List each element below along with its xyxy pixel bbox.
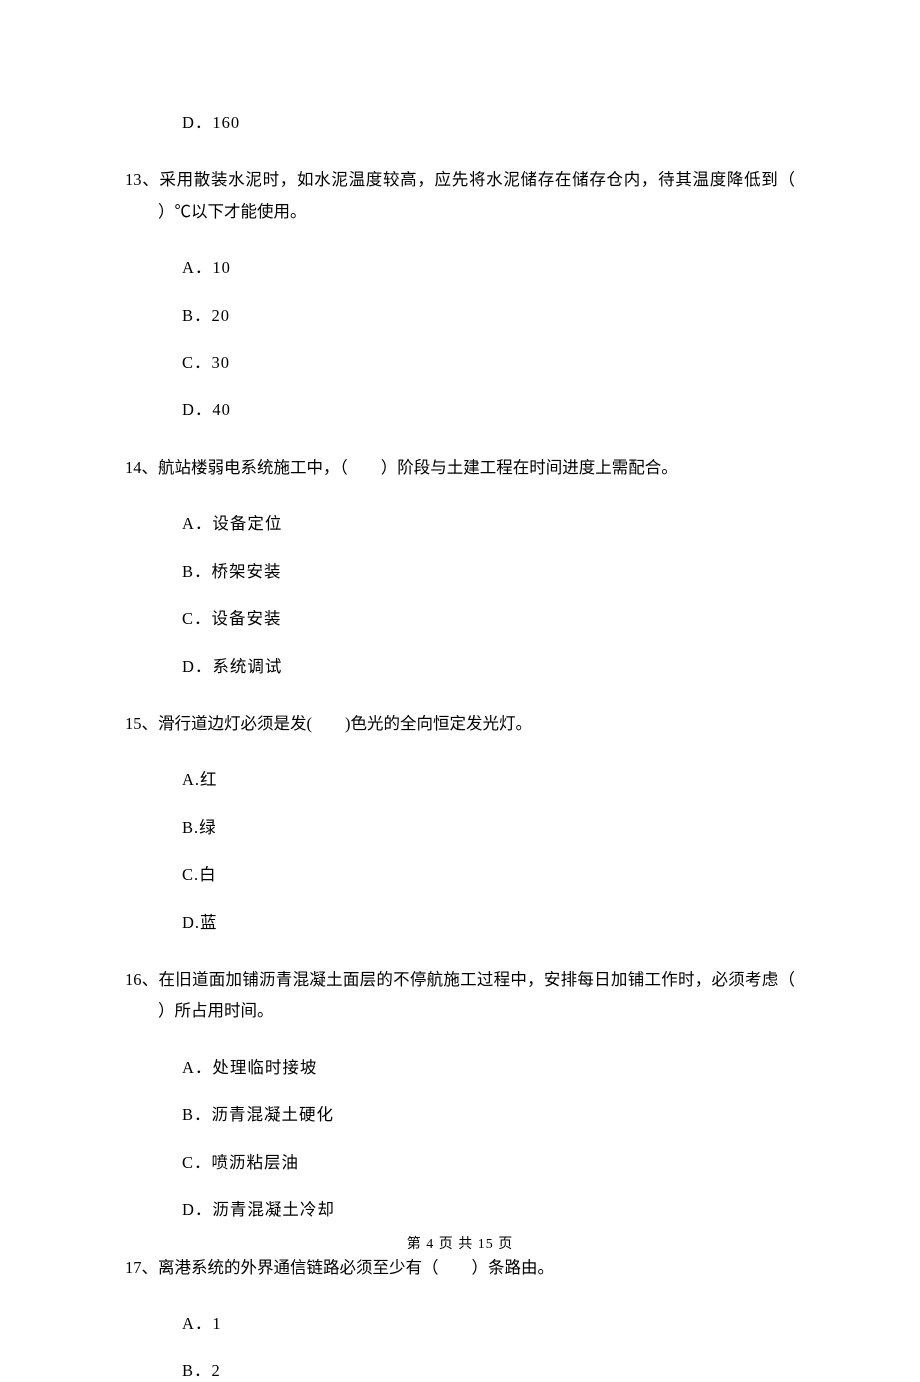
stem-suffix: )色光的全向恒定发光灯。 — [345, 714, 532, 733]
question-stem: 17、离港系统的外界通信链路必须至少有（ ）条路由。 — [125, 1252, 795, 1283]
option-d[interactable]: D．40 — [125, 399, 795, 420]
option-c[interactable]: C.白 — [125, 864, 795, 885]
stem-prefix: 、采用散装水泥时，如水泥温度较高，应先将水泥储存在储存仓内，待其温度降低到（ — [142, 170, 796, 189]
question-stem: 14、航站楼弱电系统施工中，（ ）阶段与土建工程在时间进度上需配合。 — [125, 452, 795, 483]
question-stem: 13、采用散装水泥时，如水泥温度较高，应先将水泥储存在储存仓内，待其温度降低到（… — [125, 164, 795, 227]
option-c[interactable]: C．30 — [125, 352, 795, 373]
question-number: 14 — [125, 458, 142, 477]
option-b[interactable]: B．2 — [125, 1360, 795, 1381]
option-a[interactable]: A．设备定位 — [125, 513, 795, 534]
option-a[interactable]: A．10 — [125, 257, 795, 278]
question-number: 15 — [125, 714, 142, 733]
question-number: 16 — [125, 970, 142, 989]
question-number: 17 — [125, 1258, 142, 1277]
option-c[interactable]: C．设备安装 — [125, 608, 795, 629]
question-16: 16、在旧道面加铺沥青混凝土面层的不停航施工过程中，安排每日加铺工作时，必须考虑… — [125, 964, 795, 1220]
option-d[interactable]: D．沥青混凝土冷却 — [125, 1199, 795, 1220]
page: D．160 13、采用散装水泥时，如水泥温度较高，应先将水泥储存在储存仓内，待其… — [0, 0, 920, 1302]
question-stem: 15、滑行道边灯必须是发( )色光的全向恒定发光灯。 — [125, 708, 795, 739]
option-a[interactable]: A．处理临时接坡 — [125, 1057, 795, 1078]
option-b[interactable]: B．20 — [125, 305, 795, 326]
answer-blank[interactable] — [125, 196, 158, 227]
stem-suffix: ）℃以下才能使用。 — [158, 202, 307, 221]
stem-prefix: 、滑行道边灯必须是发( — [142, 714, 313, 733]
option-b[interactable]: B．桥架安装 — [125, 561, 795, 582]
orphan-option-d: D．160 — [125, 112, 795, 133]
question-15: 15、滑行道边灯必须是发( )色光的全向恒定发光灯。 A.红 B.绿 C.白 D… — [125, 708, 795, 933]
stem-suffix: ）所占用时间。 — [158, 1001, 274, 1020]
answer-blank[interactable] — [439, 1252, 472, 1283]
option-c[interactable]: C．喷沥粘层油 — [125, 1152, 795, 1173]
answer-blank[interactable] — [125, 995, 158, 1026]
option-b[interactable]: B．沥青混凝土硬化 — [125, 1104, 795, 1125]
option-d[interactable]: D.蓝 — [125, 912, 795, 933]
stem-prefix: 、在旧道面加铺沥青混凝土面层的不停航施工过程中，安排每日加铺工作时，必须考虑（ — [142, 970, 796, 989]
stem-prefix: 、离港系统的外界通信链路必须至少有（ — [142, 1258, 439, 1277]
option-a[interactable]: A．1 — [125, 1313, 795, 1334]
page-footer: 第 4 页 共 15 页 — [0, 1236, 920, 1254]
stem-prefix: 、航站楼弱电系统施工中，（ — [142, 458, 348, 477]
question-14: 14、航站楼弱电系统施工中，（ ）阶段与土建工程在时间进度上需配合。 A．设备定… — [125, 452, 795, 677]
stem-suffix: ）阶段与土建工程在时间进度上需配合。 — [381, 458, 678, 477]
question-13: 13、采用散装水泥时，如水泥温度较高，应先将水泥储存在储存仓内，待其温度降低到（… — [125, 164, 795, 420]
stem-suffix: ）条路由。 — [472, 1258, 555, 1277]
question-stem: 16、在旧道面加铺沥青混凝土面层的不停航施工过程中，安排每日加铺工作时，必须考虑… — [125, 964, 795, 1027]
option-b[interactable]: B.绿 — [125, 817, 795, 838]
answer-blank[interactable] — [312, 708, 345, 739]
option-a[interactable]: A.红 — [125, 769, 795, 790]
question-number: 13 — [125, 170, 142, 189]
question-17: 17、离港系统的外界通信链路必须至少有（ ）条路由。 A．1 B．2 — [125, 1252, 795, 1382]
option-d[interactable]: D．系统调试 — [125, 656, 795, 677]
answer-blank[interactable] — [348, 452, 381, 483]
